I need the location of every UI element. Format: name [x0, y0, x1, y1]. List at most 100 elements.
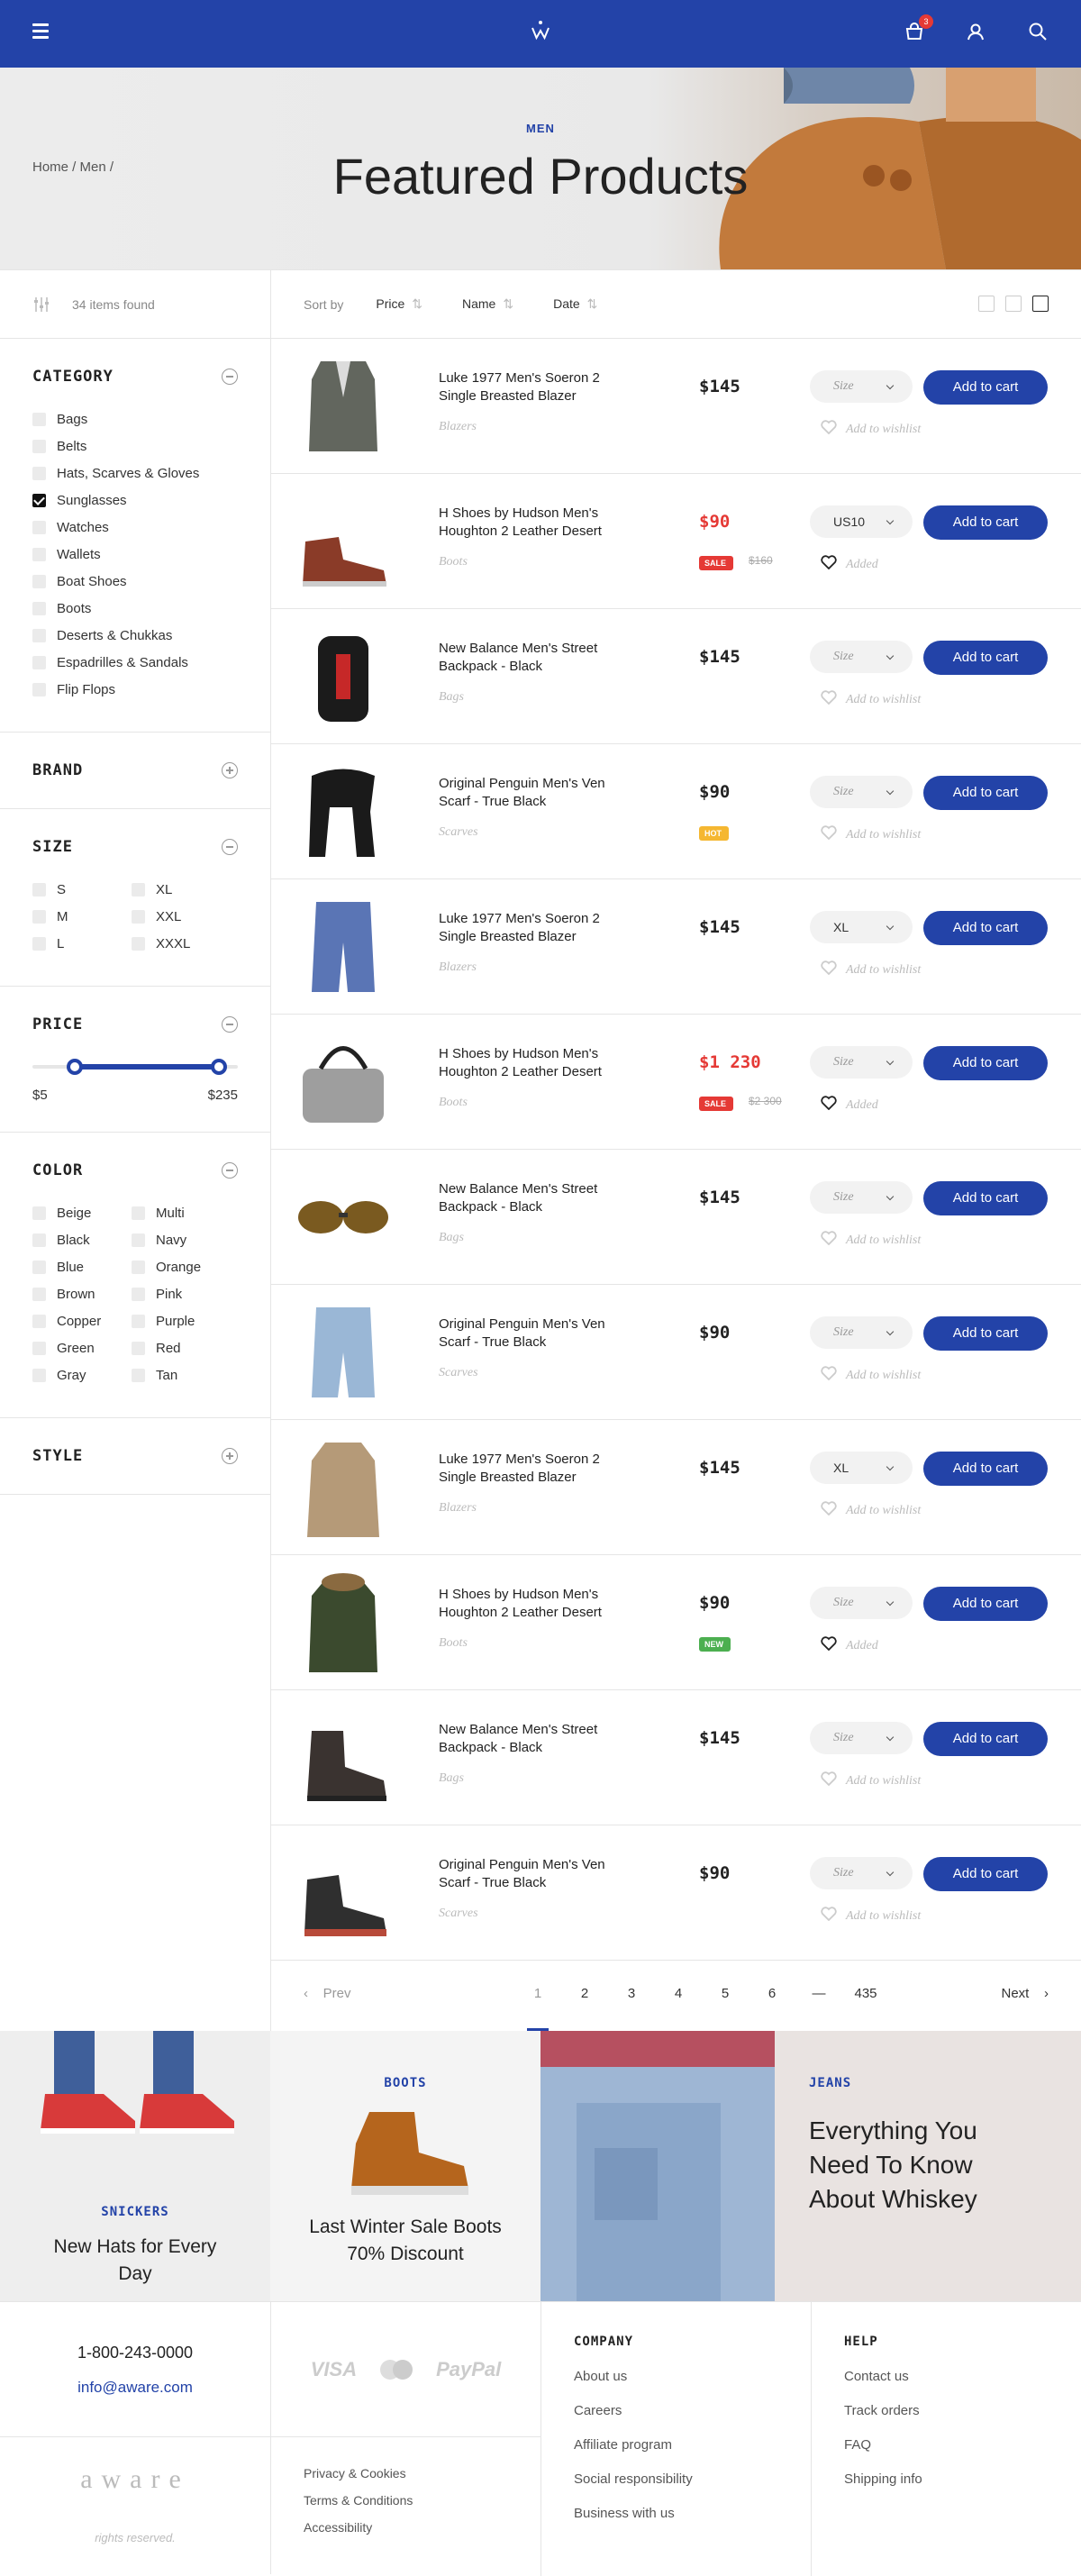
checkbox[interactable] [32, 493, 46, 507]
price-range-slider[interactable] [32, 1059, 238, 1075]
add-to-cart-button[interactable]: Add to cart [923, 641, 1048, 675]
product-image[interactable] [289, 1434, 397, 1542]
color-option[interactable]: Blue [32, 1253, 132, 1280]
page-link[interactable]: 5 [702, 1986, 749, 2001]
product-name[interactable]: Luke 1977 Men's Soeron 2 Single Breasted… [439, 910, 637, 946]
product-name[interactable]: Original Penguin Men's Ven Scarf - True … [439, 1856, 637, 1892]
product-name[interactable]: Original Penguin Men's Ven Scarf - True … [439, 1315, 637, 1352]
collapse-icon[interactable] [222, 839, 238, 855]
category-option[interactable]: Deserts & Chukkas [32, 622, 238, 649]
size-option[interactable]: M [32, 903, 132, 930]
next-page-link[interactable]: Next › [1001, 1986, 1049, 2001]
add-to-cart-button[interactable]: Add to cart [923, 911, 1048, 945]
checkbox[interactable] [32, 909, 46, 924]
add-to-cart-button[interactable]: Add to cart [923, 1046, 1048, 1080]
cart-icon[interactable]: 3 [904, 14, 933, 43]
add-to-cart-button[interactable]: Add to cart [923, 776, 1048, 810]
category-option[interactable]: Bags [32, 405, 238, 432]
checkbox[interactable] [32, 466, 46, 480]
add-to-cart-button[interactable]: Add to cart [923, 1181, 1048, 1215]
wishlist-toggle[interactable]: Add to wishlist [821, 420, 921, 439]
category-option[interactable]: Sunglasses [32, 487, 238, 514]
checkbox[interactable] [32, 439, 46, 453]
expand-icon[interactable] [222, 762, 238, 778]
color-option[interactable]: Green [32, 1334, 132, 1361]
checkbox[interactable] [32, 1233, 46, 1247]
checkbox[interactable] [32, 882, 46, 897]
checkbox[interactable] [32, 1314, 46, 1328]
add-to-cart-button[interactable]: Add to cart [923, 370, 1048, 405]
checkbox[interactable] [132, 1206, 145, 1220]
size-select[interactable]: Size [810, 1046, 913, 1079]
help-link[interactable]: Track orders [844, 2403, 1049, 2437]
price-max-handle[interactable] [211, 1059, 227, 1075]
product-image[interactable] [289, 893, 397, 1001]
category-option[interactable]: Wallets [32, 541, 238, 568]
category-option[interactable]: Hats, Scarves & Gloves [32, 460, 238, 487]
collapse-icon[interactable] [222, 1162, 238, 1179]
checkbox[interactable] [32, 547, 46, 561]
add-to-cart-button[interactable]: Add to cart [923, 1316, 1048, 1351]
wishlist-toggle[interactable]: Add to wishlist [821, 825, 921, 844]
checkbox[interactable] [32, 520, 46, 534]
checkbox[interactable] [132, 1287, 145, 1301]
page-link[interactable]: 3 [608, 1986, 655, 2001]
company-link[interactable]: Careers [574, 2403, 778, 2437]
company-link[interactable]: Affiliate program [574, 2437, 778, 2471]
product-name[interactable]: New Balance Men's Street Backpack - Blac… [439, 1180, 637, 1216]
product-image[interactable] [289, 1028, 397, 1136]
product-image[interactable] [289, 1569, 397, 1677]
size-select[interactable]: XL [810, 911, 913, 943]
page-link[interactable]: 4 [655, 1986, 702, 2001]
color-option[interactable]: Navy [132, 1226, 231, 1253]
size-option[interactable]: XXL [132, 903, 231, 930]
promo-boots[interactable]: BOOTS Last Winter Sale Boots 70% Discoun… [270, 2031, 540, 2301]
product-name[interactable]: H Shoes by Hudson Men's Houghton 2 Leath… [439, 1045, 637, 1081]
color-option[interactable]: Beige [32, 1199, 132, 1226]
checkbox[interactable] [32, 574, 46, 588]
checkbox[interactable] [132, 1314, 145, 1328]
wishlist-toggle[interactable]: Add to wishlist [821, 1771, 921, 1790]
grid-small-view-icon[interactable] [1005, 296, 1022, 312]
promo-sneakers[interactable]: SNICKERS New Hats for Every Day [0, 2031, 270, 2301]
product-image[interactable] [289, 352, 397, 460]
checkbox[interactable] [132, 1341, 145, 1355]
company-link[interactable]: About us [574, 2369, 778, 2403]
phone-number[interactable]: 1-800-243-0000 [0, 2344, 270, 2362]
color-option[interactable]: Brown [32, 1280, 132, 1307]
checkbox[interactable] [32, 1287, 46, 1301]
category-option[interactable]: Flip Flops [32, 676, 238, 703]
color-option[interactable]: Red [132, 1334, 231, 1361]
email-link[interactable]: info@aware.com [0, 2379, 270, 2397]
legal-link[interactable]: Terms & Conditions [304, 2493, 508, 2520]
checkbox[interactable] [32, 1206, 46, 1220]
size-select[interactable]: Size [810, 370, 913, 403]
color-option[interactable]: Tan [132, 1361, 231, 1388]
checkbox[interactable] [32, 601, 46, 615]
product-name[interactable]: H Shoes by Hudson Men's Houghton 2 Leath… [439, 505, 637, 541]
wishlist-toggle[interactable]: Added [821, 555, 878, 574]
search-icon[interactable] [1028, 22, 1049, 43]
grid-large-view-icon[interactable] [978, 296, 995, 312]
page-link[interactable]: 1 [514, 1986, 561, 2032]
product-image[interactable] [289, 487, 397, 596]
category-option[interactable]: Belts [32, 432, 238, 460]
help-link[interactable]: Shipping info [844, 2471, 1049, 2506]
add-to-cart-button[interactable]: Add to cart [923, 1857, 1048, 1891]
color-option[interactable]: Multi [132, 1199, 231, 1226]
sort-name[interactable]: Name ⇅ [462, 296, 513, 312]
size-select[interactable]: US10 [810, 505, 913, 538]
menu-icon[interactable] [32, 23, 49, 39]
filter-icon[interactable] [32, 296, 50, 314]
company-link[interactable]: Social responsibility [574, 2471, 778, 2506]
help-link[interactable]: FAQ [844, 2437, 1049, 2471]
page-link[interactable]: 6 [749, 1986, 795, 2001]
sort-date[interactable]: Date ⇅ [553, 296, 597, 312]
help-link[interactable]: Contact us [844, 2369, 1049, 2403]
list-view-icon[interactable] [1032, 296, 1049, 312]
wishlist-toggle[interactable]: Added [821, 1096, 878, 1115]
product-name[interactable]: New Balance Men's Street Backpack - Blac… [439, 640, 637, 676]
product-name[interactable]: H Shoes by Hudson Men's Houghton 2 Leath… [439, 1586, 637, 1622]
checkbox[interactable] [32, 412, 46, 426]
wishlist-toggle[interactable]: Add to wishlist [821, 1501, 921, 1520]
